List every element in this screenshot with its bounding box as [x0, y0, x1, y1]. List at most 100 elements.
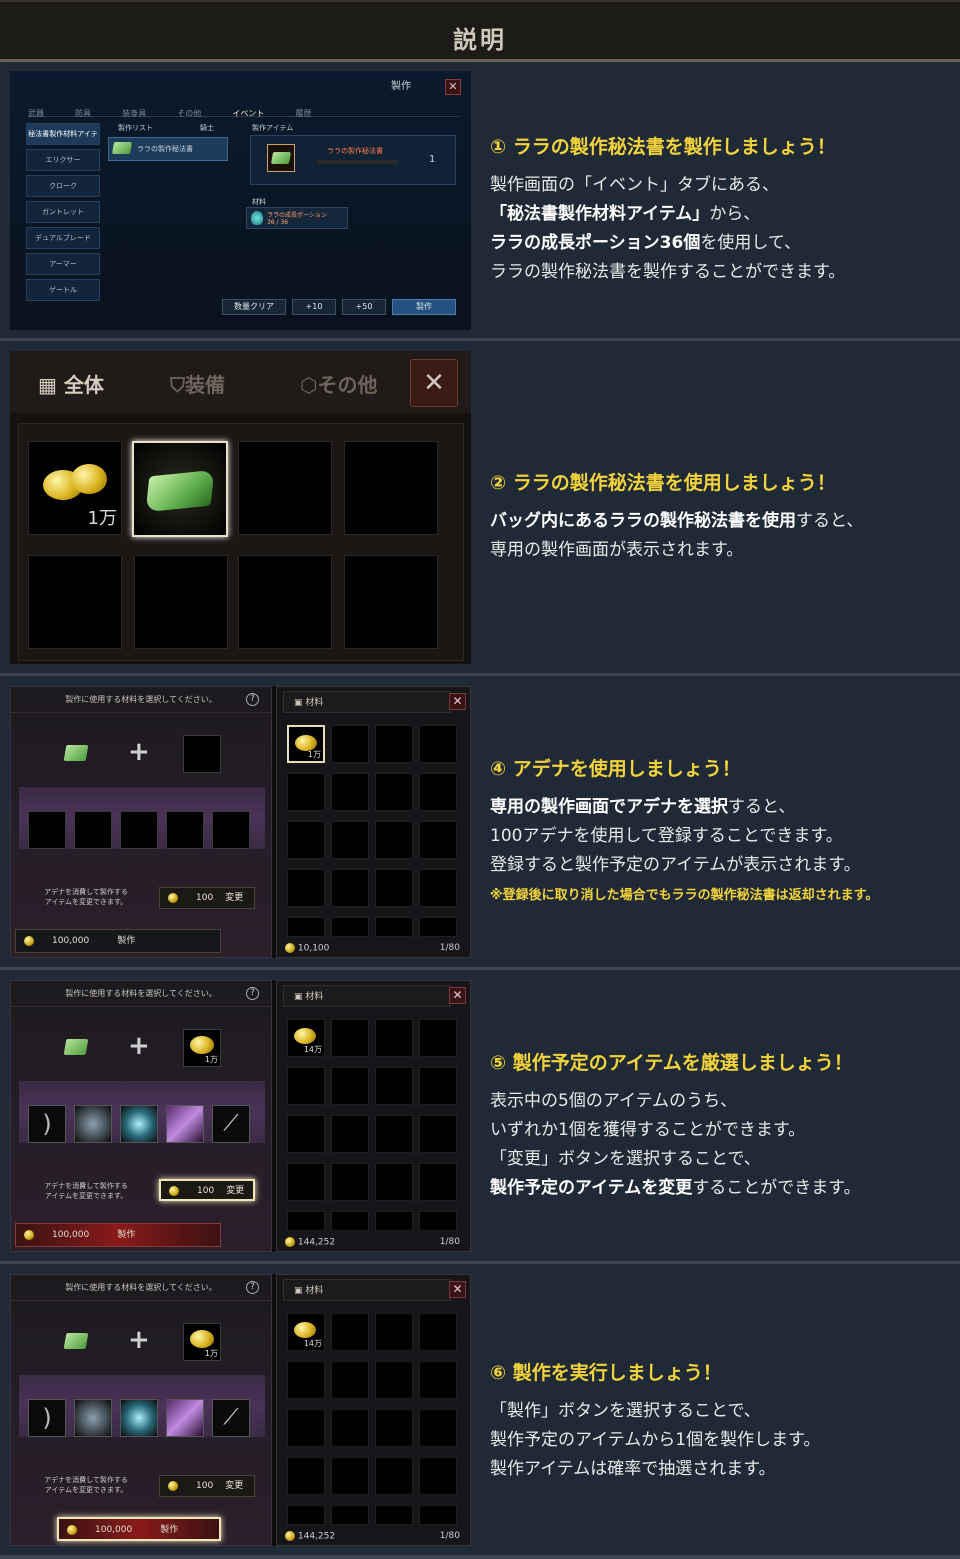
bag-slot-coins[interactable]: 1万 [287, 725, 325, 763]
tab-equip[interactable]: ⛉装備 [170, 369, 225, 398]
sidebar-item-gauntlet[interactable]: ガントレット [26, 201, 100, 223]
sidebar-item-material[interactable]: 秘法書製作材料アイテム [26, 123, 100, 158]
bag-slot[interactable] [287, 821, 325, 859]
bag-slot[interactable] [287, 917, 325, 937]
craft-button[interactable]: 100,000 製作 [15, 929, 221, 953]
craft-button[interactable]: 100,000 製作 [15, 1223, 221, 1247]
bag-slot[interactable] [375, 1313, 413, 1351]
sidebar-item-elixir[interactable]: エリクサー [26, 149, 100, 171]
bag-slot[interactable] [287, 1409, 325, 1447]
close-icon[interactable]: ✕ [410, 359, 458, 407]
bag-slot[interactable] [287, 1163, 325, 1201]
bag-slot[interactable] [287, 1457, 325, 1495]
bag-slot[interactable] [331, 1115, 369, 1153]
bag-slot[interactable] [375, 1505, 413, 1525]
bag-slot[interactable] [238, 441, 332, 535]
bag-slot[interactable] [287, 1211, 325, 1231]
bag-slot[interactable] [331, 1163, 369, 1201]
bag-slot[interactable] [287, 773, 325, 811]
bag-slot[interactable] [287, 869, 325, 907]
help-icon[interactable]: ? [246, 693, 259, 706]
bag-slot[interactable] [331, 1067, 369, 1105]
plus-50-button[interactable]: +50 [342, 299, 386, 315]
bag-slot[interactable] [331, 725, 369, 763]
help-icon[interactable]: ? [246, 987, 259, 1000]
bag-slot[interactable] [375, 1211, 413, 1231]
bag-slot[interactable] [331, 1457, 369, 1495]
bag-slot-coins[interactable]: 1万 [28, 441, 122, 535]
bag-slot[interactable] [287, 1067, 325, 1105]
bag-slot[interactable] [331, 1409, 369, 1447]
bag-slot[interactable] [419, 1115, 457, 1153]
sidebar-item-cloak[interactable]: クローク [26, 175, 100, 197]
tab-other[interactable]: その他 [177, 108, 201, 119]
tab-history[interactable]: 履歴 [295, 108, 311, 119]
bag-slot[interactable] [375, 917, 413, 937]
bag-slot[interactable] [375, 1409, 413, 1447]
bag-slot[interactable] [331, 773, 369, 811]
bag-slot[interactable] [134, 555, 228, 649]
tab-all[interactable]: ▦ 全体 [38, 369, 104, 398]
change-button[interactable]: 100 変更 [159, 1475, 255, 1497]
bag-slot-scroll[interactable] [132, 441, 228, 537]
bag-slot[interactable] [419, 917, 457, 937]
help-icon[interactable]: ? [246, 1281, 259, 1294]
tab-accessory[interactable]: 装身具 [122, 108, 146, 119]
bag-slot[interactable] [331, 1313, 369, 1351]
bag-slot[interactable] [419, 1361, 457, 1399]
bag-slot[interactable] [375, 1361, 413, 1399]
bag-slot[interactable] [419, 869, 457, 907]
tab-armor[interactable]: 防具 [75, 108, 91, 119]
bag-slot[interactable] [375, 1067, 413, 1105]
craft-list-item[interactable]: ララの製作秘法書 [108, 137, 228, 161]
adena-slot[interactable]: 1万 [183, 1323, 221, 1361]
bag-slot[interactable] [419, 1505, 457, 1525]
bag-slot[interactable] [375, 1115, 413, 1153]
bag-slot[interactable] [419, 1067, 457, 1105]
bag-slot[interactable] [419, 1313, 457, 1351]
bag-slot[interactable] [419, 1457, 457, 1495]
bag-slot[interactable] [419, 1163, 457, 1201]
bag-slot[interactable] [375, 1457, 413, 1495]
bag-slot[interactable] [375, 1019, 413, 1057]
bag-slot[interactable] [344, 555, 438, 649]
bag-slot[interactable] [331, 1019, 369, 1057]
bag-slot[interactable] [287, 1361, 325, 1399]
bag-slot[interactable] [331, 1361, 369, 1399]
close-icon[interactable]: ✕ [449, 1281, 466, 1298]
bag-slot[interactable] [331, 821, 369, 859]
adena-slot[interactable] [183, 735, 221, 773]
bag-slot[interactable] [375, 821, 413, 859]
craft-button[interactable]: 製作 [392, 299, 456, 315]
bag-slot[interactable] [375, 725, 413, 763]
bag-slot[interactable] [419, 821, 457, 859]
bag-slot[interactable] [238, 555, 332, 649]
bag-slot[interactable] [419, 725, 457, 763]
bag-slot[interactable] [375, 1163, 413, 1201]
tab-event[interactable]: イベント [232, 108, 264, 119]
bag-slot[interactable] [419, 773, 457, 811]
bag-slot[interactable] [28, 555, 122, 649]
bag-slot[interactable] [331, 869, 369, 907]
change-button[interactable]: 100 変更 [159, 1179, 255, 1201]
bag-slot[interactable] [287, 1505, 325, 1525]
close-icon[interactable]: ✕ [445, 79, 461, 95]
bag-slot[interactable] [419, 1409, 457, 1447]
close-icon[interactable]: ✕ [449, 693, 466, 710]
sidebar-item-armor[interactable]: アーマー [26, 253, 100, 275]
bag-slot[interactable] [344, 441, 438, 535]
bag-slot-coins[interactable]: 14万 [287, 1019, 325, 1057]
clear-quantity-button[interactable]: 数量クリア [222, 299, 286, 315]
sidebar-item-gaiter[interactable]: ゲートル [26, 279, 100, 301]
plus-10-button[interactable]: +10 [292, 299, 336, 315]
bag-slot[interactable] [287, 1115, 325, 1153]
craft-button[interactable]: 100,000 製作 [57, 1517, 221, 1541]
sidebar-item-dualblade[interactable]: デュアルブレード [26, 227, 100, 249]
change-button[interactable]: 100 変更 [159, 887, 255, 909]
adena-slot[interactable]: 1万 [183, 1029, 221, 1067]
tab-weapon[interactable]: 武器 [28, 108, 44, 119]
bag-slot[interactable] [331, 917, 369, 937]
bag-slot[interactable] [331, 1505, 369, 1525]
bag-slot[interactable] [419, 1019, 457, 1057]
bag-slot[interactable] [331, 1211, 369, 1231]
